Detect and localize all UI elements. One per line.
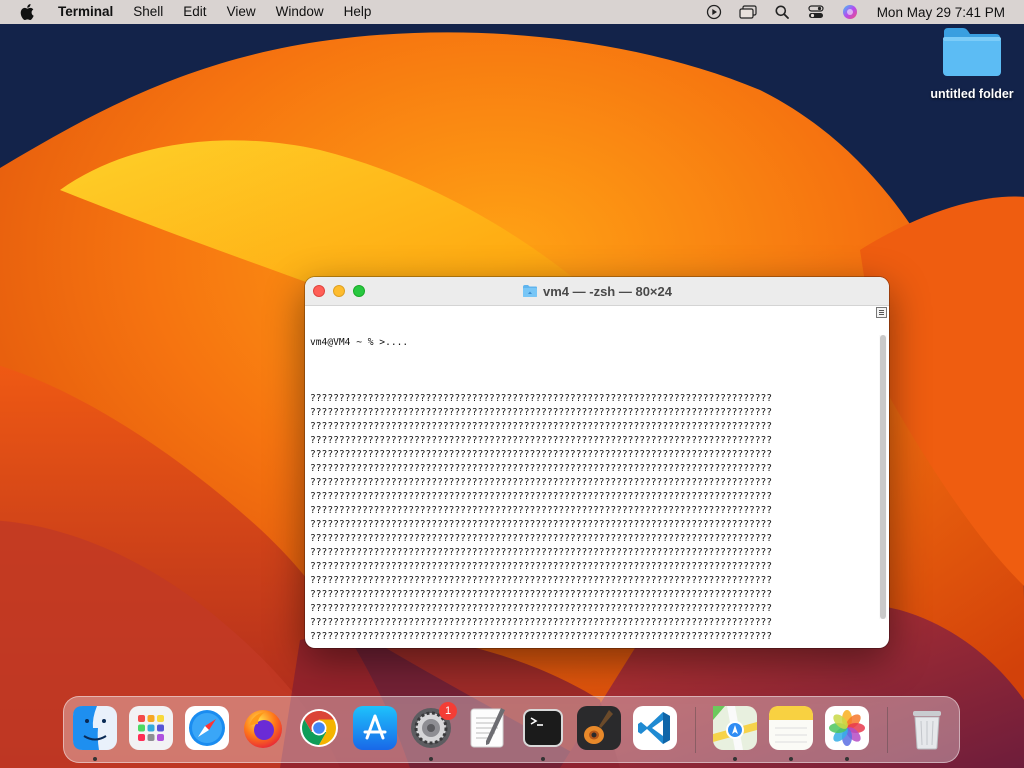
- output-line: ????????????????????????????????????????…: [310, 407, 773, 418]
- menu-bar: Terminal Shell Edit View Window Help Mon…: [0, 0, 1024, 24]
- system-settings-icon[interactable]: 1: [409, 702, 457, 761]
- running-indicator: [541, 757, 545, 761]
- menu-window[interactable]: Window: [266, 0, 334, 24]
- finder-icon[interactable]: [73, 706, 117, 761]
- apple-menu-icon[interactable]: [20, 4, 36, 20]
- output-line: ????????????????????????????????????????…: [310, 491, 773, 502]
- output-line: ????????????????????????????????????????…: [310, 603, 773, 614]
- running-indicator: [733, 757, 737, 761]
- output-line: ????????????????????????????????????????…: [310, 421, 773, 432]
- output-line: ????????????????????????????????????????…: [310, 533, 773, 544]
- chrome-icon[interactable]: [297, 706, 341, 750]
- running-indicator: [845, 757, 849, 761]
- safari-icon[interactable]: [185, 706, 229, 750]
- notes-icon[interactable]: [769, 706, 813, 761]
- menu-edit[interactable]: Edit: [173, 0, 216, 24]
- menu-help[interactable]: Help: [334, 0, 382, 24]
- output-line: ????????????????????????????????????????…: [310, 477, 773, 488]
- output-line: ????????????????????????????????????????…: [310, 505, 773, 516]
- scrollbar-thumb[interactable]: [880, 335, 886, 619]
- dock: 1: [63, 696, 960, 763]
- garageband-icon[interactable]: [577, 706, 621, 750]
- terminal-output[interactable]: vm4@VM4 ~ % >.... ??????????????????????…: [310, 308, 870, 644]
- vscode-icon[interactable]: [633, 706, 677, 750]
- launchpad-icon[interactable]: [129, 706, 173, 750]
- output-line: ????????????????????????????????????????…: [310, 631, 773, 642]
- photos-icon[interactable]: [825, 706, 869, 761]
- prompt-line: vm4@VM4 ~ % >....: [310, 337, 409, 348]
- trash-icon[interactable]: [905, 706, 949, 750]
- screen-recording-icon[interactable]: [704, 4, 724, 20]
- close-button[interactable]: [313, 285, 325, 297]
- maps-icon[interactable]: [713, 706, 757, 761]
- folder-icon: [943, 28, 1001, 76]
- output-line: ????????????????????????????????????????…: [310, 561, 773, 572]
- app-store-icon[interactable]: [353, 706, 397, 750]
- output-line: ????????????????????????????????????????…: [310, 449, 773, 460]
- output-line: ????????????????????????????????????????…: [310, 435, 773, 446]
- menu-view[interactable]: View: [217, 0, 266, 24]
- menu-clock[interactable]: Mon May 29 7:41 PM: [877, 5, 1005, 20]
- zoom-button[interactable]: [353, 285, 365, 297]
- running-indicator: [789, 757, 793, 761]
- window-switch-icon[interactable]: [738, 4, 758, 20]
- menu-app-name[interactable]: Terminal: [48, 0, 123, 24]
- output-line: ????????????????????????????????????????…: [310, 393, 773, 404]
- running-indicator: [429, 757, 433, 761]
- output-line: ????????????????????????????????????????…: [310, 463, 773, 474]
- output-line: ????????????????????????????????????????…: [310, 617, 773, 628]
- terminal-window[interactable]: vm4 — -zsh — 80×24 vm4@VM4 ~ % >.... ???…: [305, 277, 889, 648]
- terminal-titlebar[interactable]: vm4 — -zsh — 80×24: [305, 277, 889, 306]
- dock-separator: [695, 707, 696, 753]
- spotlight-search-icon[interactable]: [772, 4, 792, 20]
- scroll-marks-icon[interactable]: [876, 307, 887, 318]
- running-indicator: [93, 757, 97, 761]
- siri-icon[interactable]: [840, 4, 860, 20]
- folder-label: untitled folder: [930, 87, 1014, 101]
- output-line: ????????????????????????????????????????…: [310, 575, 773, 586]
- scrollbar[interactable]: [879, 335, 887, 619]
- desktop-folder[interactable]: untitled folder: [922, 26, 1022, 101]
- notification-badge: 1: [439, 702, 457, 720]
- output-line: ????????????????????????????????????????…: [310, 547, 773, 558]
- window-title: vm4 — -zsh — 80×24: [543, 283, 672, 299]
- home-folder-icon: [522, 284, 538, 298]
- output-line: ????????????????????????????????????????…: [310, 589, 773, 600]
- firefox-icon[interactable]: [241, 706, 285, 750]
- menu-shell[interactable]: Shell: [123, 0, 173, 24]
- textedit-icon[interactable]: [465, 706, 509, 750]
- dock-separator: [887, 707, 888, 753]
- output-line: ????????????????????????????????????????…: [310, 519, 773, 530]
- control-center-icon[interactable]: [806, 4, 826, 20]
- terminal-icon[interactable]: [521, 706, 565, 761]
- minimize-button[interactable]: [333, 285, 345, 297]
